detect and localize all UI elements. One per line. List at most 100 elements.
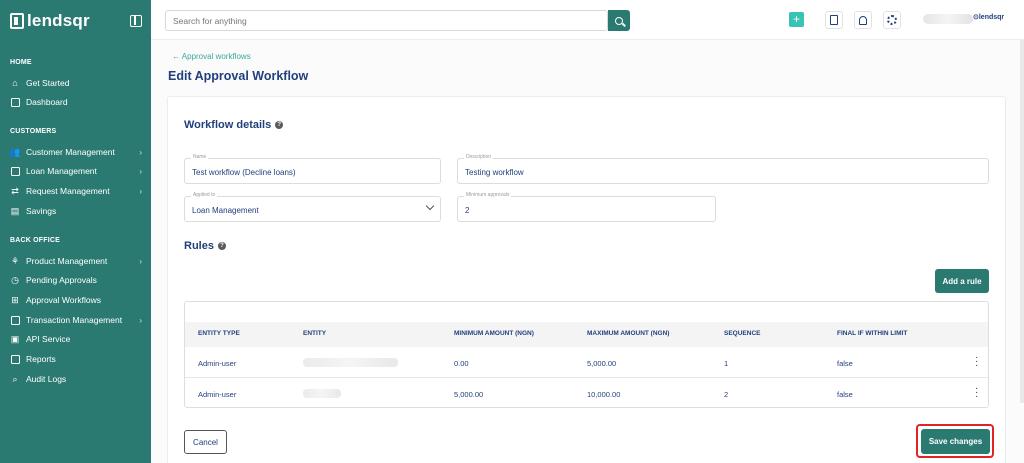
kebab-icon[interactable]: · · · bbox=[975, 353, 978, 371]
field-label: Minimum approvals bbox=[464, 192, 512, 198]
sidebar-item-label: Get Started bbox=[26, 78, 70, 88]
entity-type-cell: Admin-user bbox=[198, 390, 237, 399]
sidebar-item-savings[interactable]: ▤ Savings bbox=[10, 203, 142, 219]
user-menu[interactable] bbox=[923, 14, 973, 24]
applied-to-select[interactable]: Applied to Loan Management bbox=[184, 192, 441, 222]
settings-button[interactable] bbox=[883, 11, 901, 29]
field-label: Name bbox=[191, 154, 209, 160]
sidebar-item-label: Savings bbox=[26, 206, 57, 216]
sidebar-header: lendsqr bbox=[10, 10, 142, 32]
kebab-icon[interactable]: · · · bbox=[975, 384, 978, 402]
chevron-down-icon bbox=[425, 201, 435, 211]
loan-icon bbox=[10, 166, 20, 176]
chevron-right-icon: › bbox=[139, 256, 142, 266]
sidebar-item-transaction-management[interactable]: Transaction Management › bbox=[10, 312, 142, 328]
table-header: ENTITY TYPE ENTITY MINIMUM AMOUNT (NGN) … bbox=[185, 322, 988, 347]
name-field[interactable]: Name Test workflow (Decline loans) bbox=[184, 154, 441, 184]
help-icon[interactable]: ? bbox=[275, 121, 284, 129]
sidebar-item-dashboard[interactable]: Dashboard bbox=[10, 94, 142, 110]
sidebar-item-approval-workflows[interactable]: ⊞ Approval Workflows bbox=[10, 292, 142, 308]
section-title-home: HOME bbox=[10, 59, 32, 66]
gear-icon bbox=[887, 15, 897, 25]
users-icon: 👥 bbox=[9, 146, 21, 157]
page-scrollbar[interactable] bbox=[1020, 40, 1024, 403]
sidebar-item-label: Loan Management bbox=[26, 166, 97, 176]
chevron-right-icon: › bbox=[139, 147, 142, 157]
rules-table: ENTITY TYPE ENTITY MINIMUM AMOUNT (NGN) … bbox=[184, 301, 989, 408]
sidebar-item-customer-management[interactable]: 👥 Customer Management › bbox=[9, 144, 142, 160]
page-title: Edit Approval Workflow bbox=[168, 69, 309, 83]
sidebar-collapse-icon[interactable] bbox=[130, 15, 142, 27]
section-title-customers: CUSTOMERS bbox=[10, 128, 57, 135]
column-header: SEQUENCE bbox=[724, 330, 761, 337]
table-row[interactable]: Admin-user 0.00 5,000.00 1 false · · · bbox=[185, 347, 988, 378]
plus-icon: + bbox=[792, 12, 800, 26]
product-icon: ⚘ bbox=[10, 255, 20, 266]
notifications-button[interactable] bbox=[854, 11, 872, 29]
cancel-button[interactable]: Cancel bbox=[184, 430, 227, 454]
chevron-right-icon: › bbox=[139, 315, 142, 325]
document-icon bbox=[830, 15, 838, 25]
sidebar-item-api-service[interactable]: ▣ API Service bbox=[10, 331, 142, 347]
sidebar-item-get-started[interactable]: ⌂ Get Started bbox=[10, 75, 142, 91]
audit-icon: ⌕ bbox=[12, 373, 18, 384]
sidebar-item-request-management[interactable]: ⇄ Request Management › bbox=[10, 183, 142, 199]
dashboard-icon bbox=[10, 97, 20, 107]
sidebar-item-product-management[interactable]: ⚘ Product Management › bbox=[10, 253, 142, 269]
search-input[interactable] bbox=[165, 10, 608, 31]
savings-icon: ▤ bbox=[10, 205, 20, 216]
rules-heading: Rules ? bbox=[184, 240, 226, 252]
api-icon: ▣ bbox=[10, 333, 20, 344]
description-field[interactable]: Description Testing workflow bbox=[457, 154, 989, 184]
heading-text: Rules bbox=[184, 240, 214, 252]
topbar: + ⊙lendsqr bbox=[151, 0, 1024, 40]
column-header: MAXIMUM AMOUNT (NGN) bbox=[587, 330, 670, 337]
max-amount-cell: 10,000.00 bbox=[587, 390, 621, 399]
brand-logo[interactable]: lendsqr bbox=[10, 11, 90, 31]
help-icon[interactable]: ? bbox=[217, 242, 226, 250]
search-icon bbox=[615, 16, 623, 25]
column-header: MINIMUM AMOUNT (NGN) bbox=[454, 330, 534, 337]
sidebar-item-label: API Service bbox=[26, 334, 71, 344]
minimum-approvals-field[interactable]: Minimum approvals 2 bbox=[457, 192, 716, 222]
heading-text: Workflow details bbox=[184, 119, 272, 131]
column-header: ENTITY TYPE bbox=[198, 330, 240, 337]
field-label: Applied to bbox=[191, 192, 218, 198]
column-header: ENTITY bbox=[303, 330, 327, 337]
sidebar-item-label: Dashboard bbox=[26, 97, 68, 107]
request-icon: ⇄ bbox=[11, 185, 19, 196]
section-title-back-office: BACK OFFICE bbox=[10, 237, 61, 244]
sidebar-item-pending-approvals[interactable]: ◷ Pending Approvals bbox=[10, 272, 142, 288]
sidebar-item-label: Approval Workflows bbox=[26, 295, 101, 305]
min-amount-cell: 0.00 bbox=[454, 359, 469, 368]
add-rule-button[interactable]: Add a rule bbox=[935, 269, 989, 293]
sidebar-item-label: Reports bbox=[26, 354, 56, 364]
save-button-highlight bbox=[916, 424, 994, 458]
final-cell: false bbox=[837, 390, 853, 399]
add-button[interactable]: + bbox=[789, 12, 804, 27]
docs-button[interactable] bbox=[825, 11, 843, 29]
sidebar-item-loan-management[interactable]: Loan Management › bbox=[10, 163, 142, 179]
sequence-cell: 1 bbox=[724, 359, 729, 368]
table-row[interactable]: Admin-user 5,000.00 10,000.00 2 false · ·… bbox=[185, 378, 988, 407]
workflow-details-heading: Workflow details ? bbox=[184, 119, 284, 131]
sequence-cell: 2 bbox=[724, 390, 729, 399]
min-amount-cell: 5,000.00 bbox=[454, 390, 484, 399]
field-value: Testing workflow bbox=[465, 168, 524, 177]
search-button[interactable] bbox=[608, 10, 630, 31]
chevron-right-icon: › bbox=[139, 186, 142, 196]
logo-icon bbox=[10, 13, 24, 29]
sidebar-item-audit-logs[interactable]: ⌕ Audit Logs bbox=[10, 371, 142, 387]
bell-icon bbox=[859, 15, 867, 25]
sidebar-item-label: Pending Approvals bbox=[26, 275, 97, 285]
back-link[interactable]: ← Approval workflows bbox=[172, 52, 251, 61]
sidebar-item-reports[interactable]: Reports bbox=[10, 351, 142, 367]
column-header: FINAL IF WITHIN LIMIT bbox=[837, 330, 908, 337]
entity-cell-redacted bbox=[303, 389, 341, 398]
reports-icon bbox=[10, 354, 20, 364]
chevron-right-icon: › bbox=[139, 166, 142, 176]
sidebar: lendsqr HOME ⌂ Get Started Dashboard CUS… bbox=[0, 0, 151, 463]
org-logo: ⊙lendsqr bbox=[973, 14, 1005, 21]
max-amount-cell: 5,000.00 bbox=[587, 359, 617, 368]
clock-icon: ◷ bbox=[11, 274, 19, 285]
